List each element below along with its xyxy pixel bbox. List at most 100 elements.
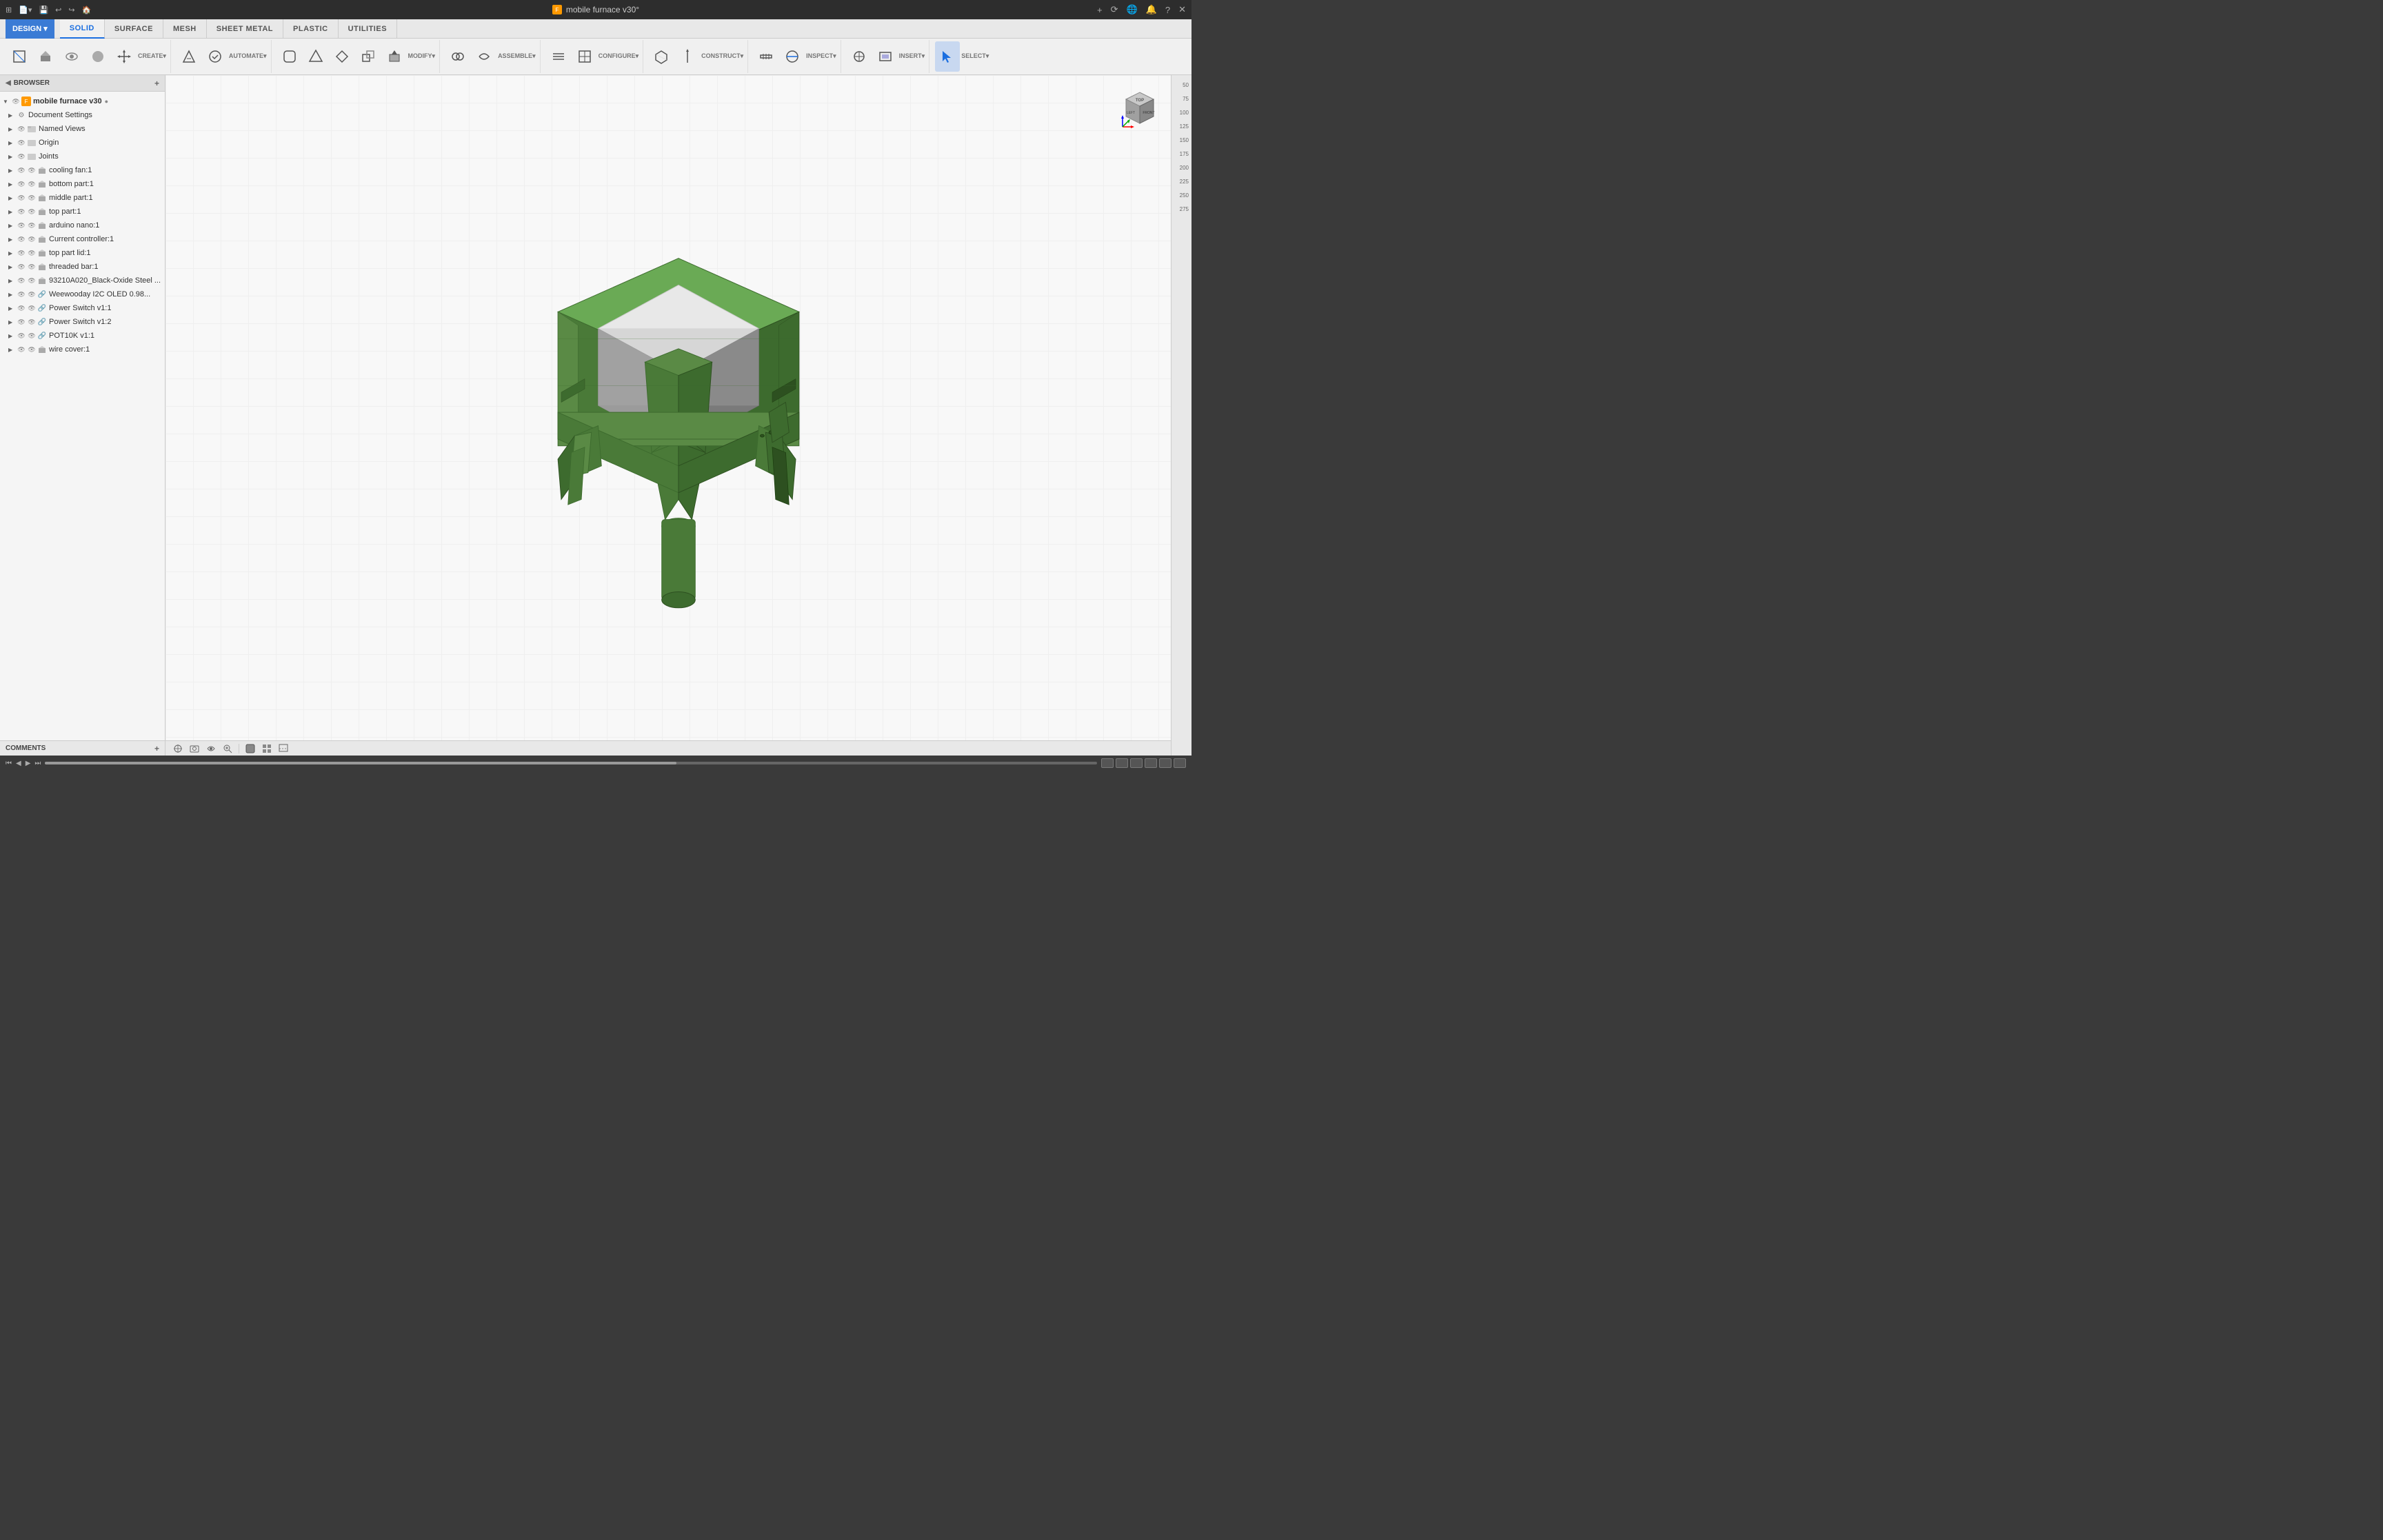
timeline-start-btn[interactable]: ⏮	[6, 760, 12, 767]
zoom-fit-btn[interactable]	[221, 742, 234, 755]
environment-btn[interactable]	[276, 742, 290, 755]
arrow: ▶	[8, 140, 17, 146]
press-pull-btn[interactable]	[382, 41, 407, 72]
timeline-step[interactable]	[1101, 758, 1114, 768]
design-menu[interactable]: DESIGN ▾	[6, 19, 54, 39]
timeline-play-btn[interactable]: ▶	[26, 760, 31, 767]
grid-origin-btn[interactable]	[171, 742, 185, 755]
comments-add-btn[interactable]: +	[154, 744, 159, 753]
visibility-icon: 👁	[27, 193, 37, 203]
tab-solid[interactable]: SOLID	[60, 19, 105, 39]
table-btn[interactable]	[572, 41, 597, 72]
tree-item-middle-part[interactable]: ▶ 👁 👁 middle part:1	[0, 191, 165, 205]
tab-surface[interactable]: SURFACE	[105, 19, 163, 39]
insert-label: INSERT▾	[899, 52, 925, 60]
combine-btn[interactable]	[356, 41, 381, 72]
tree-item-93210[interactable]: ▶ 👁 👁 93210A020_Black-Oxide Steel ...	[0, 274, 165, 287]
tree-item-joints[interactable]: ▶ 👁 Joints	[0, 150, 165, 163]
insert-canvas-btn[interactable]	[873, 41, 898, 72]
tree-item-top-part-lid[interactable]: ▶ 👁 👁 top part lid:1	[0, 246, 165, 260]
tree-item-doc-settings[interactable]: ▶ ⚙ Document Settings	[0, 108, 165, 122]
arrow: ▶	[8, 236, 17, 243]
shell-btn[interactable]	[303, 41, 328, 72]
globe-icon[interactable]: 🌐	[1126, 4, 1137, 15]
help-icon[interactable]: ?	[1165, 5, 1170, 15]
axis-icon	[680, 49, 695, 64]
insert-mesh-btn[interactable]	[847, 41, 872, 72]
arrow: ▶	[8, 126, 17, 132]
file-icon[interactable]: 📄▾	[19, 6, 32, 14]
new-tab-icon[interactable]: +	[1097, 5, 1103, 15]
undo-icon[interactable]: ↩	[55, 6, 61, 14]
joint-btn[interactable]	[445, 41, 470, 72]
tree-item-named-views[interactable]: ▶ 👁 Named Views	[0, 122, 165, 136]
axis-btn[interactable]	[675, 41, 700, 72]
tab-sheet-metal[interactable]: SHEET METAL	[207, 19, 283, 39]
window-left-controls[interactable]: ⊞ 📄▾ 💾 ↩ ↪ 🏠	[6, 6, 91, 14]
tree-item-pot10k[interactable]: ▶ 👁 👁 🔗 POT10K v1:1	[0, 329, 165, 343]
scale-btn[interactable]	[330, 41, 354, 72]
timeline-step[interactable]	[1130, 758, 1143, 768]
timeline-step[interactable]	[1145, 758, 1157, 768]
refresh-icon[interactable]: ⟳	[1111, 4, 1118, 15]
configure-group: CONFIGURE▾	[542, 40, 644, 73]
timeline-track[interactable]	[45, 762, 1097, 764]
revolve-btn[interactable]	[59, 41, 84, 72]
fillet-icon	[282, 49, 297, 64]
move-btn[interactable]	[112, 41, 137, 72]
home-icon[interactable]: 🏠	[82, 6, 92, 14]
tree-item-bottom-part[interactable]: ▶ 👁 👁 bottom part:1	[0, 177, 165, 191]
extrude-btn[interactable]	[33, 41, 58, 72]
tree-item-threaded-bar[interactable]: ▶ 👁 👁 threaded bar:1	[0, 260, 165, 274]
select-btn[interactable]	[935, 41, 960, 72]
folder-icon	[27, 138, 37, 148]
timeline-step[interactable]	[1159, 758, 1172, 768]
timeline-end-btn[interactable]: ⏭	[34, 760, 41, 767]
comments-panel: COMMENTS +	[0, 740, 165, 756]
browser-collapse-btn[interactable]: ◀	[6, 79, 11, 87]
view-cube[interactable]: TOP LEFT FRONT	[1116, 82, 1164, 130]
apps-icon[interactable]: ⊞	[6, 6, 12, 14]
plane-btn[interactable]	[649, 41, 674, 72]
tree-item-origin[interactable]: ▶ 👁 Origin	[0, 136, 165, 150]
section-btn[interactable]	[780, 41, 805, 72]
tree-item-power-switch-2[interactable]: ▶ 👁 👁 🔗 Power Switch v1:2	[0, 315, 165, 329]
save-icon[interactable]: 💾	[39, 6, 48, 14]
automate-btn2[interactable]	[203, 41, 228, 72]
tree-item-wire-cover[interactable]: ▶ 👁 👁 wire cover:1	[0, 343, 165, 356]
timeline-step[interactable]	[1174, 758, 1186, 768]
window-controls[interactable]: + ⟳ 🌐 🔔 ? ✕	[1097, 4, 1186, 15]
sphere-btn[interactable]	[86, 41, 110, 72]
tree-item-weewooday[interactable]: ▶ 👁 👁 🔗 Weewooday I2C OLED 0.98...	[0, 287, 165, 301]
timeline-step[interactable]	[1116, 758, 1128, 768]
insert-canvas-icon	[878, 49, 893, 64]
measure-btn[interactable]	[754, 41, 778, 72]
tree-item-root[interactable]: ▼ 👁 F mobile furnace v30 ●	[0, 94, 165, 108]
tab-mesh[interactable]: MESH	[163, 19, 207, 39]
browser-options-btn[interactable]: +	[154, 79, 159, 88]
tree-item-arduino[interactable]: ▶ 👁 👁 arduino nano:1	[0, 219, 165, 232]
configure-label: CONFIGURE▾	[599, 52, 639, 60]
tab-utilities[interactable]: UTILITIES	[339, 19, 397, 39]
folder-icon: F	[21, 97, 31, 106]
automate-btn1[interactable]	[177, 41, 201, 72]
notification-icon[interactable]: 🔔	[1146, 4, 1157, 15]
fillet-btn[interactable]	[277, 41, 302, 72]
icons: 👁 👁 🔗	[17, 331, 47, 341]
display-mode-btn[interactable]	[243, 742, 257, 755]
motion-btn[interactable]	[472, 41, 496, 72]
tree-item-cooling-fan[interactable]: ▶ 👁 👁 cooling fan:1	[0, 163, 165, 177]
tree-item-power-switch-1[interactable]: ▶ 👁 👁 🔗 Power Switch v1:1	[0, 301, 165, 315]
tab-plastic[interactable]: PLASTIC	[283, 19, 339, 39]
tree-item-top-part[interactable]: ▶ 👁 👁 top part:1	[0, 205, 165, 219]
save-camera-btn[interactable]	[188, 742, 201, 755]
timeline-prev-btn[interactable]: ◀	[16, 760, 21, 767]
params-btn[interactable]	[546, 41, 571, 72]
tree-item-controller[interactable]: ▶ 👁 👁 Current controller:1	[0, 232, 165, 246]
redo-icon[interactable]: ↪	[68, 6, 74, 14]
orbit-btn[interactable]	[204, 742, 218, 755]
close-icon[interactable]: ✕	[1178, 4, 1186, 15]
viewport[interactable]: TOP LEFT FRONT 50 75 100 125 150	[165, 75, 1192, 756]
visual-style-btn[interactable]	[260, 742, 274, 755]
create-sketch-btn[interactable]	[7, 41, 32, 72]
